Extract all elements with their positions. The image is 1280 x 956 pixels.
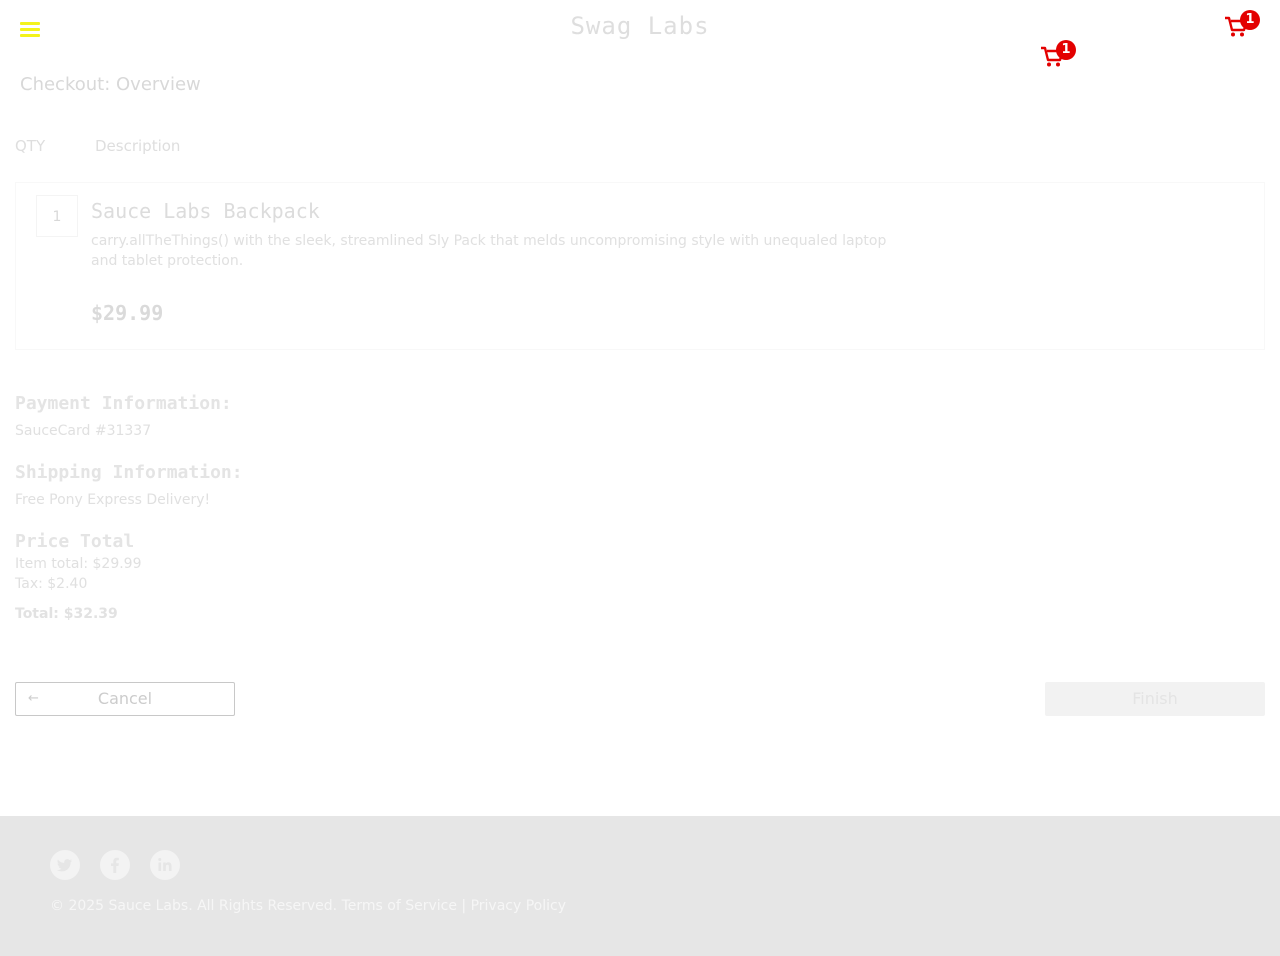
shopping-cart-link[interactable]: 1 [1224, 10, 1260, 40]
qty-column-header: QTY [15, 137, 46, 155]
page-title: Checkout: Overview [20, 74, 201, 95]
shipping-info-value: Free Pony Express Delivery! [15, 492, 211, 508]
cart-badge: 1 [1056, 40, 1076, 60]
footer: © 2025 Sauce Labs. All Rights Reserved. … [0, 816, 1280, 956]
privacy-policy-link[interactable]: Privacy Policy [471, 898, 566, 914]
cart-item: 1 Sauce Labs Backpack carry.allTheThings… [15, 182, 1265, 350]
cancel-button[interactable]: ← Cancel [15, 682, 235, 716]
arrow-left-icon: ← [28, 691, 39, 706]
terms-of-service-link[interactable]: Terms of Service [342, 898, 457, 914]
shopping-cart-link-secondary[interactable]: 1 [1040, 40, 1076, 70]
item-quantity: 1 [36, 195, 78, 237]
copyright-text: © 2025 Sauce Labs. All Rights Reserved. [50, 898, 342, 914]
item-description: carry.allTheThings() with the sleek, str… [91, 233, 887, 269]
description-column-header: Description [95, 137, 181, 155]
facebook-icon [111, 857, 119, 873]
footer-separator: | [456, 898, 471, 914]
cancel-button-label: Cancel [97, 689, 153, 708]
item-price: $29.99 [91, 301, 164, 325]
payment-info-label: Payment Information: [15, 393, 232, 414]
facebook-link[interactable] [100, 850, 130, 880]
twitter-link[interactable] [50, 850, 80, 880]
finish-button[interactable]: Finish [1045, 682, 1265, 716]
payment-info-value: SauceCard #31337 [15, 423, 152, 439]
footer-copyright: © 2025 Sauce Labs. All Rights Reserved. … [50, 898, 566, 914]
shipping-info-label: Shipping Information: [15, 462, 243, 483]
item-name-link[interactable]: Sauce Labs Backpack [91, 199, 320, 223]
tax-value: Tax: $2.40 [15, 576, 88, 592]
twitter-icon [57, 859, 72, 872]
linkedin-link[interactable] [150, 850, 180, 880]
cart-badge: 1 [1240, 10, 1260, 30]
item-total-value: Item total: $29.99 [15, 556, 142, 572]
app-logo: Swag Labs [570, 12, 710, 40]
price-total-label: Price Total [15, 531, 135, 552]
total-value: Total: $32.39 [15, 606, 118, 622]
linkedin-icon [158, 858, 172, 871]
